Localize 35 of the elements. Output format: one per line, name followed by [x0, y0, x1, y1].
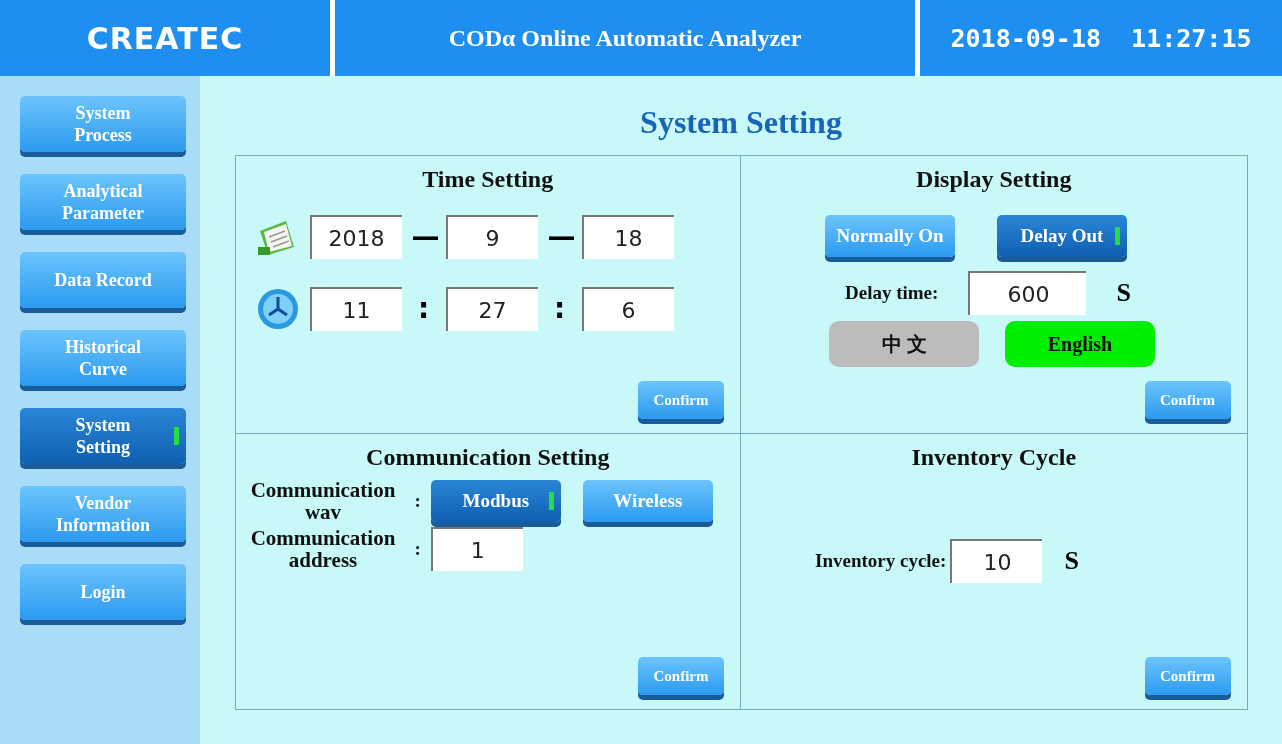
section-title: Time Setting	[421, 166, 555, 193]
way-label: Communication wav	[249, 479, 397, 524]
time-field[interactable]: 6	[581, 287, 674, 331]
logo: CREATEC	[0, 0, 330, 76]
status-led	[1115, 227, 1120, 245]
unit-label: S	[1064, 546, 1079, 576]
address-field[interactable]: 1	[430, 527, 523, 572]
cycle-label: Inventory cycle:	[815, 550, 947, 572]
time-field[interactable]: 27	[445, 287, 538, 331]
separator: —	[547, 218, 572, 255]
separator: :	[416, 290, 431, 327]
delay-label: Delay time:	[845, 282, 939, 304]
status-led	[548, 492, 554, 511]
language-button[interactable]: English	[1005, 321, 1155, 367]
time-field[interactable]: 11	[309, 287, 402, 331]
status-led	[174, 427, 179, 445]
colon: :	[414, 490, 421, 513]
separator: —	[411, 218, 436, 255]
address-label: Communication address	[249, 527, 397, 572]
clock-icon	[255, 287, 300, 331]
language-button[interactable]: 中 文	[829, 321, 979, 367]
section-title: Communication Setting	[365, 444, 611, 471]
separator: :	[552, 290, 567, 327]
date-field[interactable]: 9	[445, 215, 538, 259]
delay-field[interactable]: 600	[968, 271, 1087, 315]
date-field[interactable]: 18	[581, 215, 674, 259]
app-title: CODα Online Automatic Analyzer	[335, 0, 915, 76]
date-time: 2018-09-18 11:27:15	[920, 0, 1282, 76]
colon: :	[414, 538, 421, 561]
section-title: Inventory Cycle	[910, 444, 1078, 471]
cycle-field[interactable]: 10	[950, 539, 1043, 583]
unit-label: S	[1116, 278, 1131, 308]
page-title: System Setting	[640, 103, 842, 142]
date-field[interactable]: 2018	[309, 215, 402, 259]
section-title: Display Setting	[915, 166, 1073, 193]
